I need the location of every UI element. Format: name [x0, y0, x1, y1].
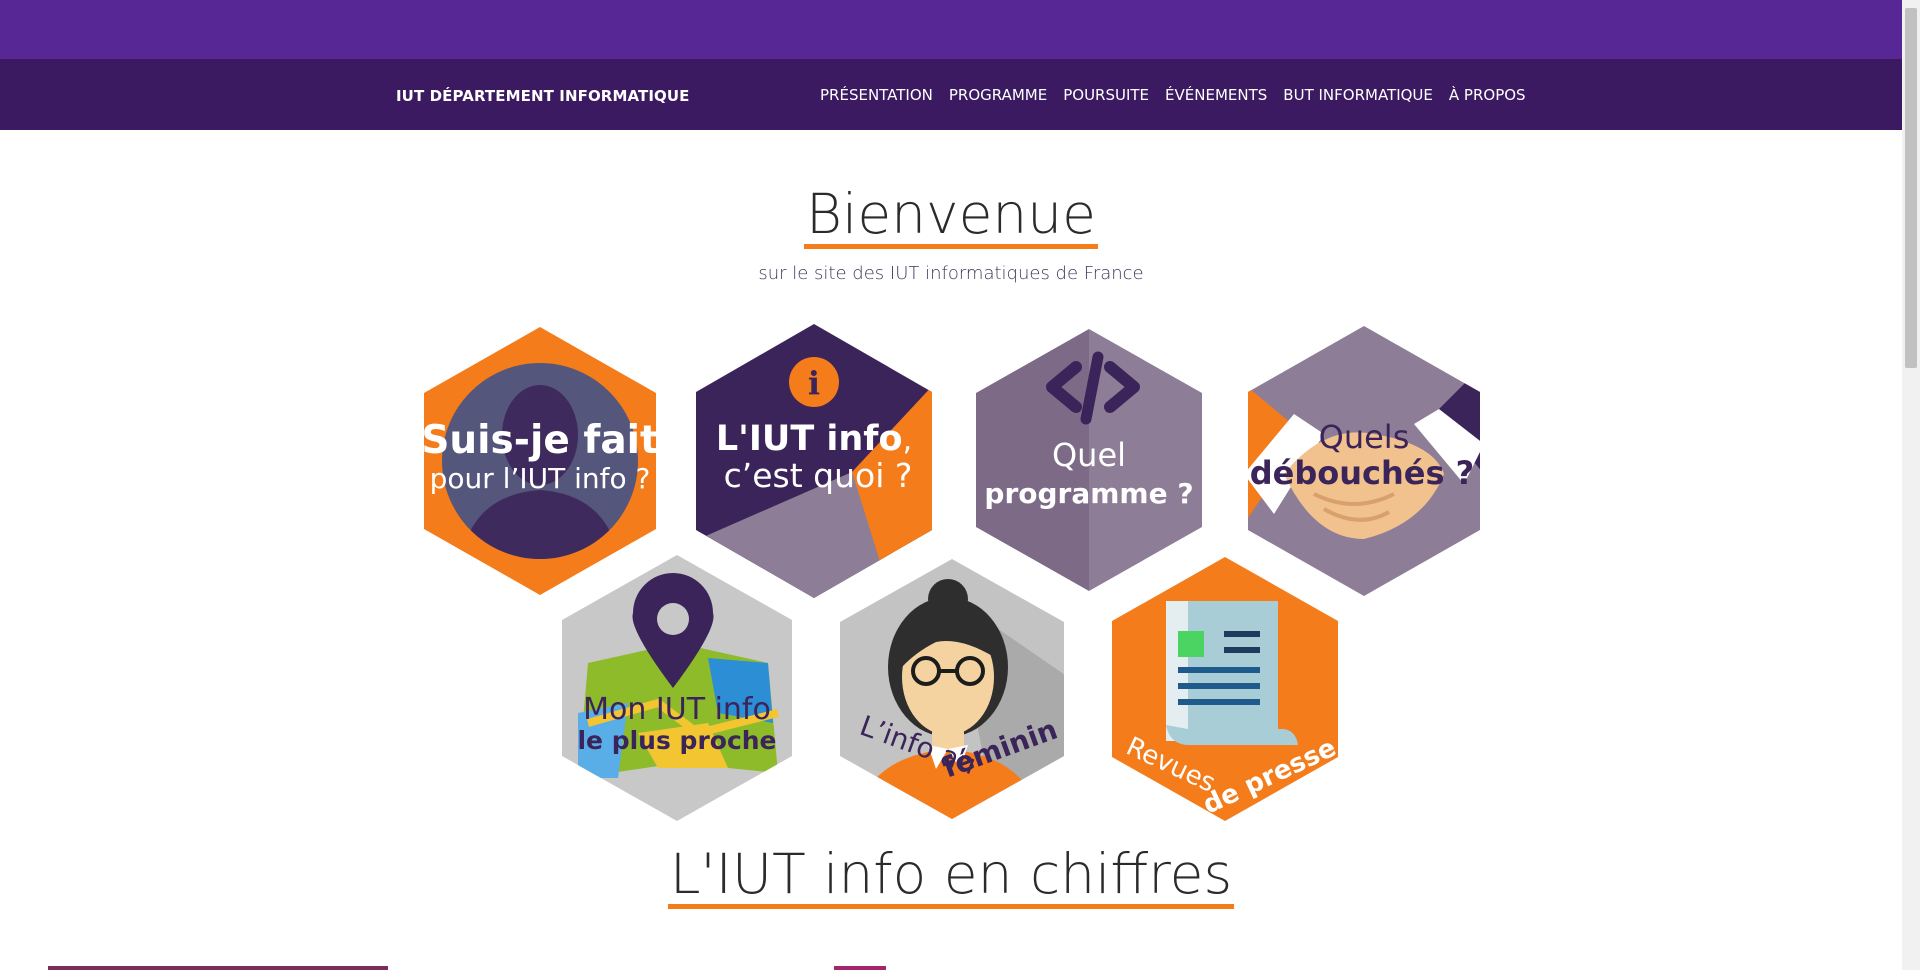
tile-programme-line1: Quel	[1052, 436, 1126, 474]
tile-quel-programme[interactable]: Quel programme ?	[972, 327, 1206, 593]
tile-iut-line1: L'IUT info	[716, 419, 903, 459]
tile-revues-presse[interactable]: Revues de presse	[1108, 555, 1342, 823]
tile-proche-line2: le plus proche	[577, 726, 776, 755]
menu-item-but-informatique[interactable]: BUT INFORMATIQUE	[1275, 86, 1441, 104]
menu-item-poursuite[interactable]: POURSUITE	[1055, 86, 1157, 104]
tile-iut-line2: c’est quoi ?	[724, 456, 913, 495]
taskbar-indicator-2	[834, 966, 886, 970]
welcome-subtitle: sur le site des IUT informatiques de Fra…	[758, 263, 1144, 284]
tile-debouches-line1: Quels	[1319, 418, 1410, 456]
tile-iut-comma: ,	[903, 423, 913, 458]
stats-heading: L'IUT info en chiffres	[0, 842, 1902, 909]
welcome-title: Bienvenue	[804, 185, 1098, 249]
tile-suis-line1: Suis-je fait	[421, 418, 658, 463]
welcome-heading: Bienvenue	[0, 182, 1902, 249]
scrollbar-thumb[interactable]	[1905, 8, 1917, 368]
main-menu: PRÉSENTATION PROGRAMME POURSUITE ÉVÉNEME…	[812, 86, 1534, 104]
svg-text:i: i	[808, 364, 820, 402]
tile-suis-line2: pour l’IUT info ?	[430, 462, 651, 495]
menu-item-evenements[interactable]: ÉVÉNEMENTS	[1157, 86, 1275, 104]
menu-item-programme[interactable]: PROGRAMME	[941, 86, 1055, 104]
svg-text:L'IUT info,: L'IUT info,	[716, 419, 912, 459]
tile-programme-line2: programme ?	[984, 477, 1193, 510]
stats-title: L'IUT info en chiffres	[667, 845, 1235, 909]
tile-iut-plus-proche[interactable]: Mon IUT info le plus proche	[558, 553, 796, 823]
tile-info-feminin[interactable]: L’info au féminin	[836, 557, 1068, 821]
menu-item-presentation[interactable]: PRÉSENTATION	[812, 86, 941, 104]
site-brand[interactable]: IUT DÉPARTEMENT INFORMATIQUE	[396, 87, 690, 105]
info-icon: i	[789, 357, 839, 407]
tile-debouches-line2: débouchés ?	[1250, 454, 1474, 492]
taskbar-indicator	[48, 966, 388, 970]
tile-proche-line1: Mon IUT info	[583, 692, 771, 727]
menu-item-a-propos[interactable]: À PROPOS	[1441, 86, 1534, 104]
top-band	[0, 0, 1902, 59]
